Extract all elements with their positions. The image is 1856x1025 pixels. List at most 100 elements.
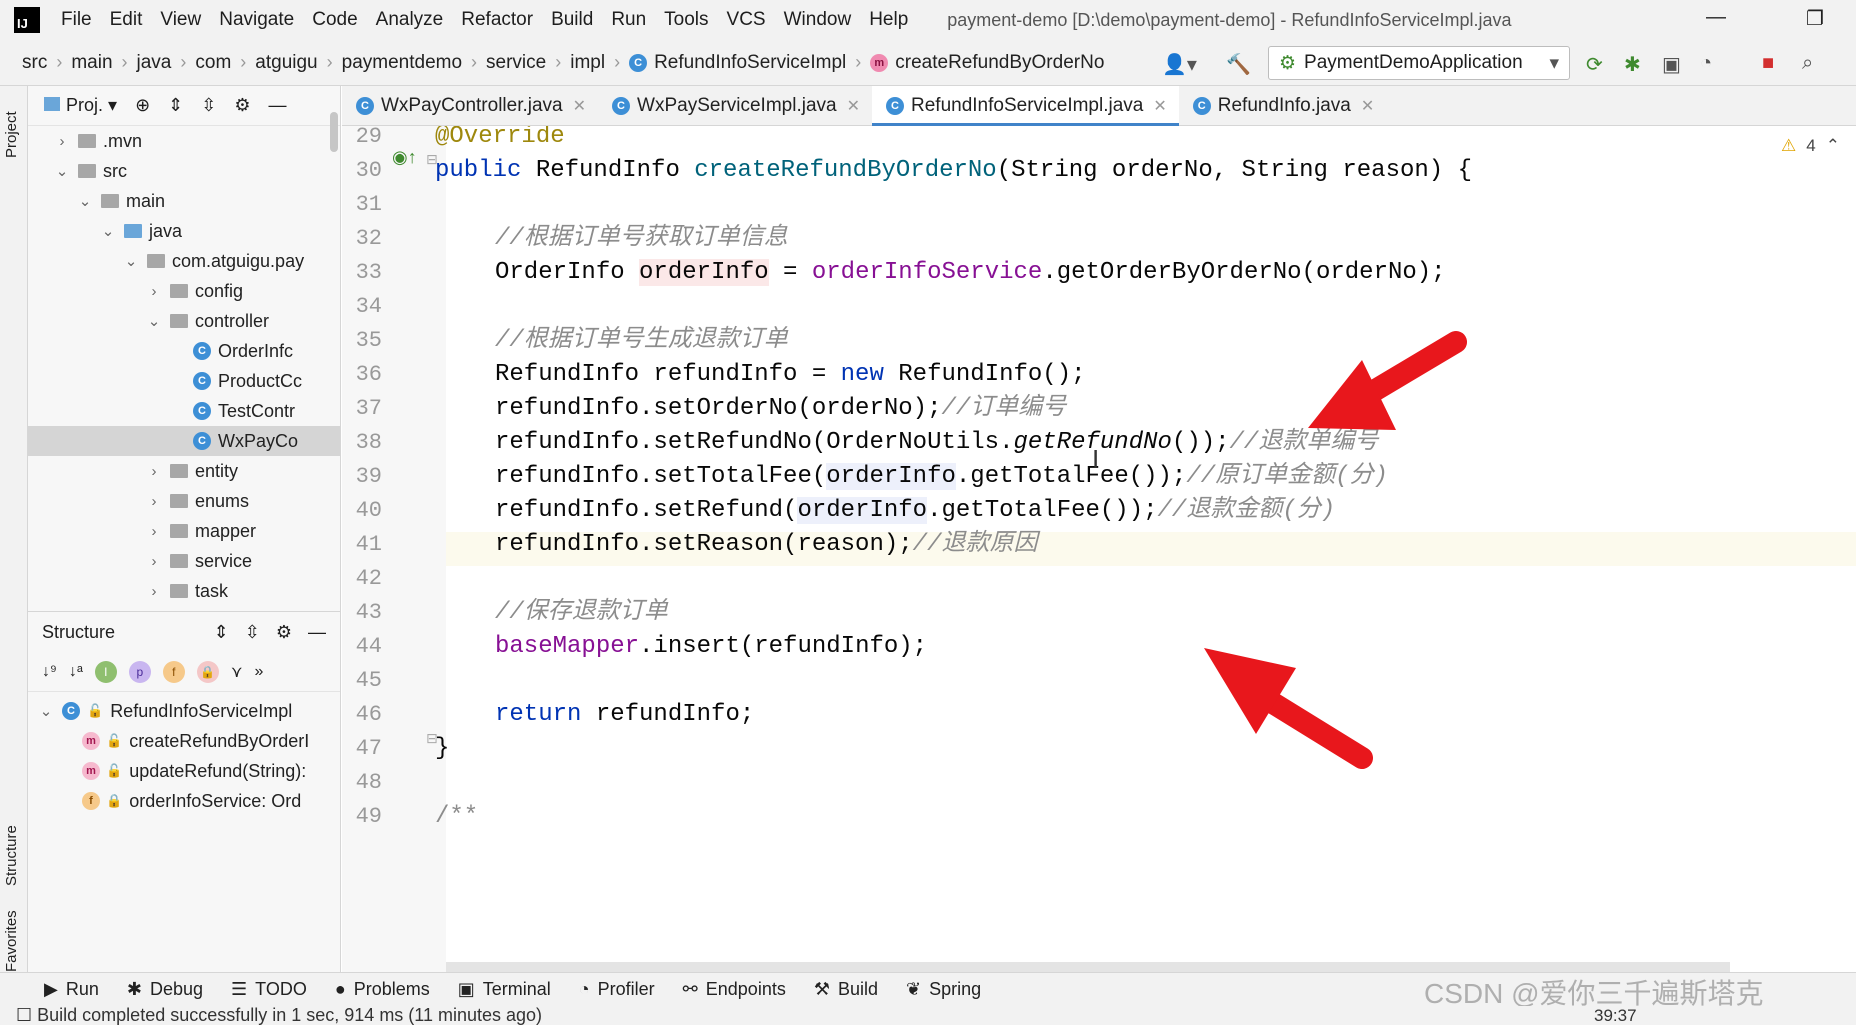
menu-help[interactable]: Help bbox=[869, 9, 908, 31]
menu-code[interactable]: Code bbox=[312, 9, 357, 31]
autoscroll-icon[interactable]: ⋎ bbox=[231, 662, 243, 682]
debug-icon[interactable]: ✱ bbox=[1624, 52, 1641, 77]
tree-item-main[interactable]: ⌄ main bbox=[28, 186, 340, 216]
breadcrumb-java[interactable]: java bbox=[137, 52, 172, 74]
tree-item-enums[interactable]: › enums bbox=[28, 486, 340, 516]
tab-wxpayserviceimpl[interactable]: C WxPayServiceImpl.java ✕ bbox=[598, 86, 872, 126]
tree-item-config[interactable]: › config bbox=[28, 276, 340, 306]
chevron-right-icon[interactable]: › bbox=[146, 553, 162, 570]
menu-navigate[interactable]: Navigate bbox=[219, 9, 294, 31]
user-icon[interactable]: 👤▾ bbox=[1162, 52, 1197, 77]
tree-item-com-atguigu-pay[interactable]: ⌄ com.atguigu.pay bbox=[28, 246, 340, 276]
show-fields-icon[interactable]: f bbox=[162, 660, 185, 683]
structure-member[interactable]: m 🔓 updateRefund(String): bbox=[82, 756, 306, 786]
breadcrumb-main[interactable]: main bbox=[71, 52, 112, 74]
breadcrumb-paymentdemo[interactable]: paymentdemo bbox=[342, 52, 462, 74]
gear-icon[interactable]: ⚙ bbox=[234, 95, 250, 116]
close-icon[interactable]: ✕ bbox=[573, 96, 586, 116]
structure-member[interactable]: m 🔓 createRefundByOrderI bbox=[82, 726, 309, 756]
restore-icon[interactable]: ❐ bbox=[1806, 6, 1824, 31]
build-hammer-icon[interactable]: 🔨 bbox=[1226, 52, 1251, 77]
chevron-right-icon[interactable]: › bbox=[54, 133, 70, 150]
close-icon[interactable]: ✕ bbox=[847, 96, 860, 116]
menu-tools[interactable]: Tools bbox=[664, 9, 708, 31]
breadcrumb-src[interactable]: src bbox=[22, 52, 47, 74]
chevron-down-icon[interactable]: ⌄ bbox=[54, 162, 70, 180]
more-icon[interactable]: » bbox=[255, 663, 264, 681]
menu-refactor[interactable]: Refactor bbox=[461, 9, 533, 31]
menu-analyze[interactable]: Analyze bbox=[376, 9, 444, 31]
chevron-down-icon[interactable]: ⌄ bbox=[146, 312, 162, 330]
close-icon[interactable]: ✕ bbox=[1361, 96, 1374, 116]
chevron-up-icon[interactable]: ⌃ bbox=[1826, 136, 1840, 156]
horizontal-scrollbar[interactable] bbox=[446, 962, 1730, 972]
chevron-down-icon[interactable]: ⌄ bbox=[77, 192, 93, 210]
run-tool-button[interactable]: ▶ Run bbox=[44, 979, 99, 1000]
breadcrumb-atguigu[interactable]: atguigu bbox=[255, 52, 317, 74]
expand-all-icon[interactable]: ⇕ bbox=[214, 622, 229, 643]
tree-item-java[interactable]: ⌄ java bbox=[28, 216, 340, 246]
implements-gutter-icon[interactable]: ◉↑ bbox=[392, 147, 417, 168]
gear-icon[interactable]: ⚙ bbox=[276, 622, 292, 643]
menu-run[interactable]: Run bbox=[611, 9, 646, 31]
show-properties-icon[interactable]: p bbox=[128, 660, 151, 683]
menu-edit[interactable]: Edit bbox=[110, 9, 143, 31]
chevron-down-icon[interactable]: ⌄ bbox=[100, 222, 116, 240]
menu-file[interactable]: File bbox=[61, 9, 92, 31]
show-inherited-icon[interactable]: I bbox=[94, 660, 117, 683]
collapse-all-icon[interactable]: ⇳ bbox=[201, 95, 216, 116]
menu-build[interactable]: Build bbox=[551, 9, 593, 31]
endpoints-tool-button[interactable]: ⚯ Endpoints bbox=[683, 979, 786, 1000]
sort-visibility-icon[interactable]: ↓⁹ bbox=[42, 663, 57, 681]
coverage-icon[interactable]: ▣ bbox=[1662, 52, 1681, 77]
chevron-right-icon[interactable]: › bbox=[146, 523, 162, 540]
tab-refundinfo[interactable]: C RefundInfo.java ✕ bbox=[1179, 86, 1387, 126]
chevron-right-icon[interactable]: › bbox=[146, 493, 162, 510]
menu-view[interactable]: View bbox=[160, 9, 201, 31]
run-configuration-select[interactable]: ⚙ PaymentDemoApplication ▾ bbox=[1268, 46, 1570, 80]
chevron-right-icon[interactable]: › bbox=[146, 283, 162, 300]
tree-item-testcontr[interactable]: C TestContr bbox=[28, 396, 340, 426]
project-view-selector[interactable]: Proj. ▾ bbox=[44, 95, 117, 116]
tree-item-entity[interactable]: › entity bbox=[28, 456, 340, 486]
tree-item-src[interactable]: ⌄ src bbox=[28, 156, 340, 186]
tree-item-task[interactable]: › task bbox=[28, 576, 340, 606]
breadcrumb-impl[interactable]: impl bbox=[570, 52, 605, 74]
terminal-tool-button[interactable]: ▣ Terminal bbox=[458, 979, 551, 1000]
collapse-all-icon[interactable]: ⇳ bbox=[245, 622, 260, 643]
tree-item-mapper[interactable]: › mapper bbox=[28, 516, 340, 546]
build-tool-button[interactable]: ⚒ Build bbox=[814, 979, 878, 1000]
profiler-icon[interactable]: ◔ bbox=[1700, 52, 1712, 75]
tree-item-mvn[interactable]: › .mvn bbox=[28, 126, 340, 156]
spring-tool-button[interactable]: ❦ Spring bbox=[906, 979, 981, 1000]
breadcrumb-class[interactable]: C RefundInfoServiceImpl bbox=[629, 52, 846, 74]
debug-tool-button[interactable]: ✱ Debug bbox=[127, 979, 203, 1000]
hide-icon[interactable]: — bbox=[268, 95, 286, 116]
search-icon[interactable]: ⌕ bbox=[1802, 52, 1813, 75]
menu-vcs[interactable]: VCS bbox=[727, 9, 766, 31]
project-tool-tab[interactable]: Project bbox=[3, 111, 20, 158]
sort-alpha-icon[interactable]: ↓ᵃ bbox=[69, 663, 83, 681]
locate-icon[interactable]: ⊕ bbox=[135, 95, 150, 116]
cursor-position[interactable]: 39:37 bbox=[1594, 1006, 1637, 1025]
close-icon[interactable]: ✕ bbox=[1153, 96, 1166, 116]
tab-wxpaycontroller[interactable]: C WxPayController.java ✕ bbox=[342, 86, 598, 126]
favorites-tool-tab[interactable]: Favorites bbox=[3, 910, 20, 972]
tree-item-productcc[interactable]: C ProductCc bbox=[28, 366, 340, 396]
hide-icon[interactable]: — bbox=[308, 622, 326, 643]
inspection-widget[interactable]: ⚠ 4 ⌃ bbox=[1781, 136, 1840, 156]
breadcrumb-service[interactable]: service bbox=[486, 52, 546, 74]
structure-tool-tab[interactable]: Structure bbox=[3, 825, 20, 886]
code-editor[interactable]: 29 30 31 32 33 34 35 36 37 38 39 40 41 42 43 44 45 46 47 48… bbox=[342, 126, 1856, 972]
tree-item-controller[interactable]: ⌄ controller bbox=[28, 306, 340, 336]
breadcrumb-com[interactable]: com bbox=[195, 52, 231, 74]
tree-item-service[interactable]: › service bbox=[28, 546, 340, 576]
rerun-icon[interactable]: ⟳ bbox=[1586, 52, 1603, 77]
menu-window[interactable]: Window bbox=[784, 9, 852, 31]
structure-root[interactable]: ⌄ C 🔓 RefundInfoServiceImpl bbox=[38, 696, 293, 726]
problems-tool-button[interactable]: ● Problems bbox=[335, 979, 430, 1000]
profiler-tool-button[interactable]: ◔ Profiler bbox=[579, 979, 655, 1000]
tree-item-wxpayco[interactable]: C WxPayCo bbox=[28, 426, 340, 456]
chevron-right-icon[interactable]: › bbox=[146, 463, 162, 480]
todo-tool-button[interactable]: ☰ TODO bbox=[231, 979, 307, 1000]
